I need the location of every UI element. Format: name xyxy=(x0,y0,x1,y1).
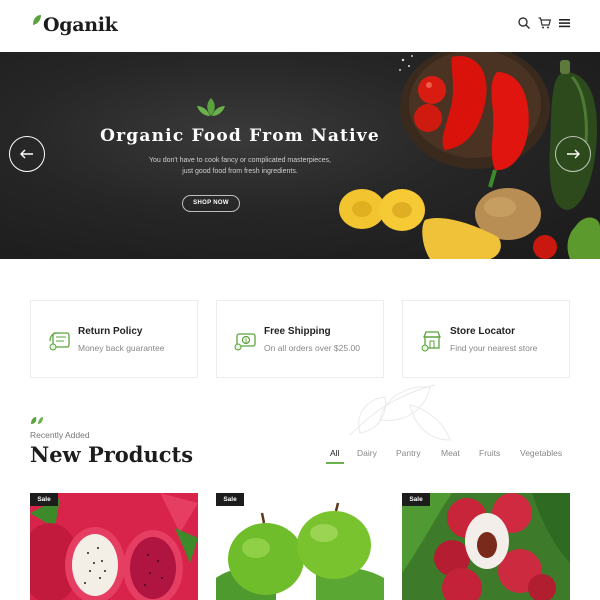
menu-icon[interactable] xyxy=(559,18,570,28)
filter-tab-dairy[interactable]: Dairy xyxy=(357,448,377,458)
feature-title: Return Policy xyxy=(78,326,143,337)
header-icons xyxy=(518,17,570,29)
slider-next-button[interactable] xyxy=(555,136,591,172)
product-filter-tabs: All Dairy Pantry Meat Fruits Vegetables xyxy=(0,448,600,468)
search-icon[interactable] xyxy=(518,17,530,29)
store-icon xyxy=(421,331,441,352)
slider-prev-button[interactable] xyxy=(9,136,45,172)
active-tab-underline xyxy=(326,462,344,464)
green-apples-image xyxy=(216,493,384,600)
return-box-icon xyxy=(49,332,70,351)
feature-title: Free Shipping xyxy=(264,326,331,337)
filter-tab-all[interactable]: All xyxy=(330,448,339,458)
leaf-icon xyxy=(31,417,43,424)
section-eyebrow: Recently Added xyxy=(30,430,90,440)
feature-subtitle: On all orders over $25.00 xyxy=(264,343,360,353)
hero-banner: Organic Food From Native You don't have … xyxy=(0,52,600,259)
feature-store-locator: Store Locator Find your nearest store xyxy=(402,300,570,378)
lychee-image xyxy=(402,493,570,600)
filter-tab-meat[interactable]: Meat xyxy=(441,448,460,458)
dragon-fruit-image xyxy=(30,493,198,600)
feature-free-shipping: $ Free Shipping On all orders over $25.0… xyxy=(216,300,384,378)
feature-subtitle: Money back guarantee xyxy=(78,343,165,353)
hero-title: Organic Food From Native xyxy=(100,126,380,146)
logo[interactable]: Oganik xyxy=(32,14,118,36)
site-header: Oganik xyxy=(0,0,600,52)
filter-tab-fruits[interactable]: Fruits xyxy=(479,448,500,458)
feature-subtitle: Find your nearest store xyxy=(450,343,538,353)
product-card[interactable]: Sale xyxy=(30,493,198,600)
sale-badge: Sale xyxy=(402,493,430,506)
hero-subtitle-line2: just good food from fresh ingredients. xyxy=(182,168,298,175)
sale-badge: Sale xyxy=(216,493,244,506)
background-leaf-decoration xyxy=(349,384,451,441)
shipping-icon: $ xyxy=(234,333,256,351)
hero-subtitle-line1: You don't have to cook fancy or complica… xyxy=(148,157,331,164)
sale-badge: Sale xyxy=(30,493,58,506)
arrow-right-icon xyxy=(567,149,580,159)
leaf-icon xyxy=(197,98,225,116)
product-card[interactable]: Sale xyxy=(216,493,384,600)
cart-icon[interactable] xyxy=(538,17,551,29)
leaf-icon xyxy=(33,15,41,25)
arrow-left-icon xyxy=(20,149,33,159)
logo-text: Oganik xyxy=(43,14,118,36)
feature-return-policy: Return Policy Money back guarantee xyxy=(30,300,198,378)
svg-text:$: $ xyxy=(245,339,248,345)
filter-tab-pantry[interactable]: Pantry xyxy=(396,448,421,458)
feature-title: Store Locator xyxy=(450,326,516,337)
filter-tab-vegetables[interactable]: Vegetables xyxy=(520,448,562,458)
product-card[interactable]: Sale xyxy=(402,493,570,600)
shop-now-button[interactable]: SHOP NOW xyxy=(182,195,240,212)
